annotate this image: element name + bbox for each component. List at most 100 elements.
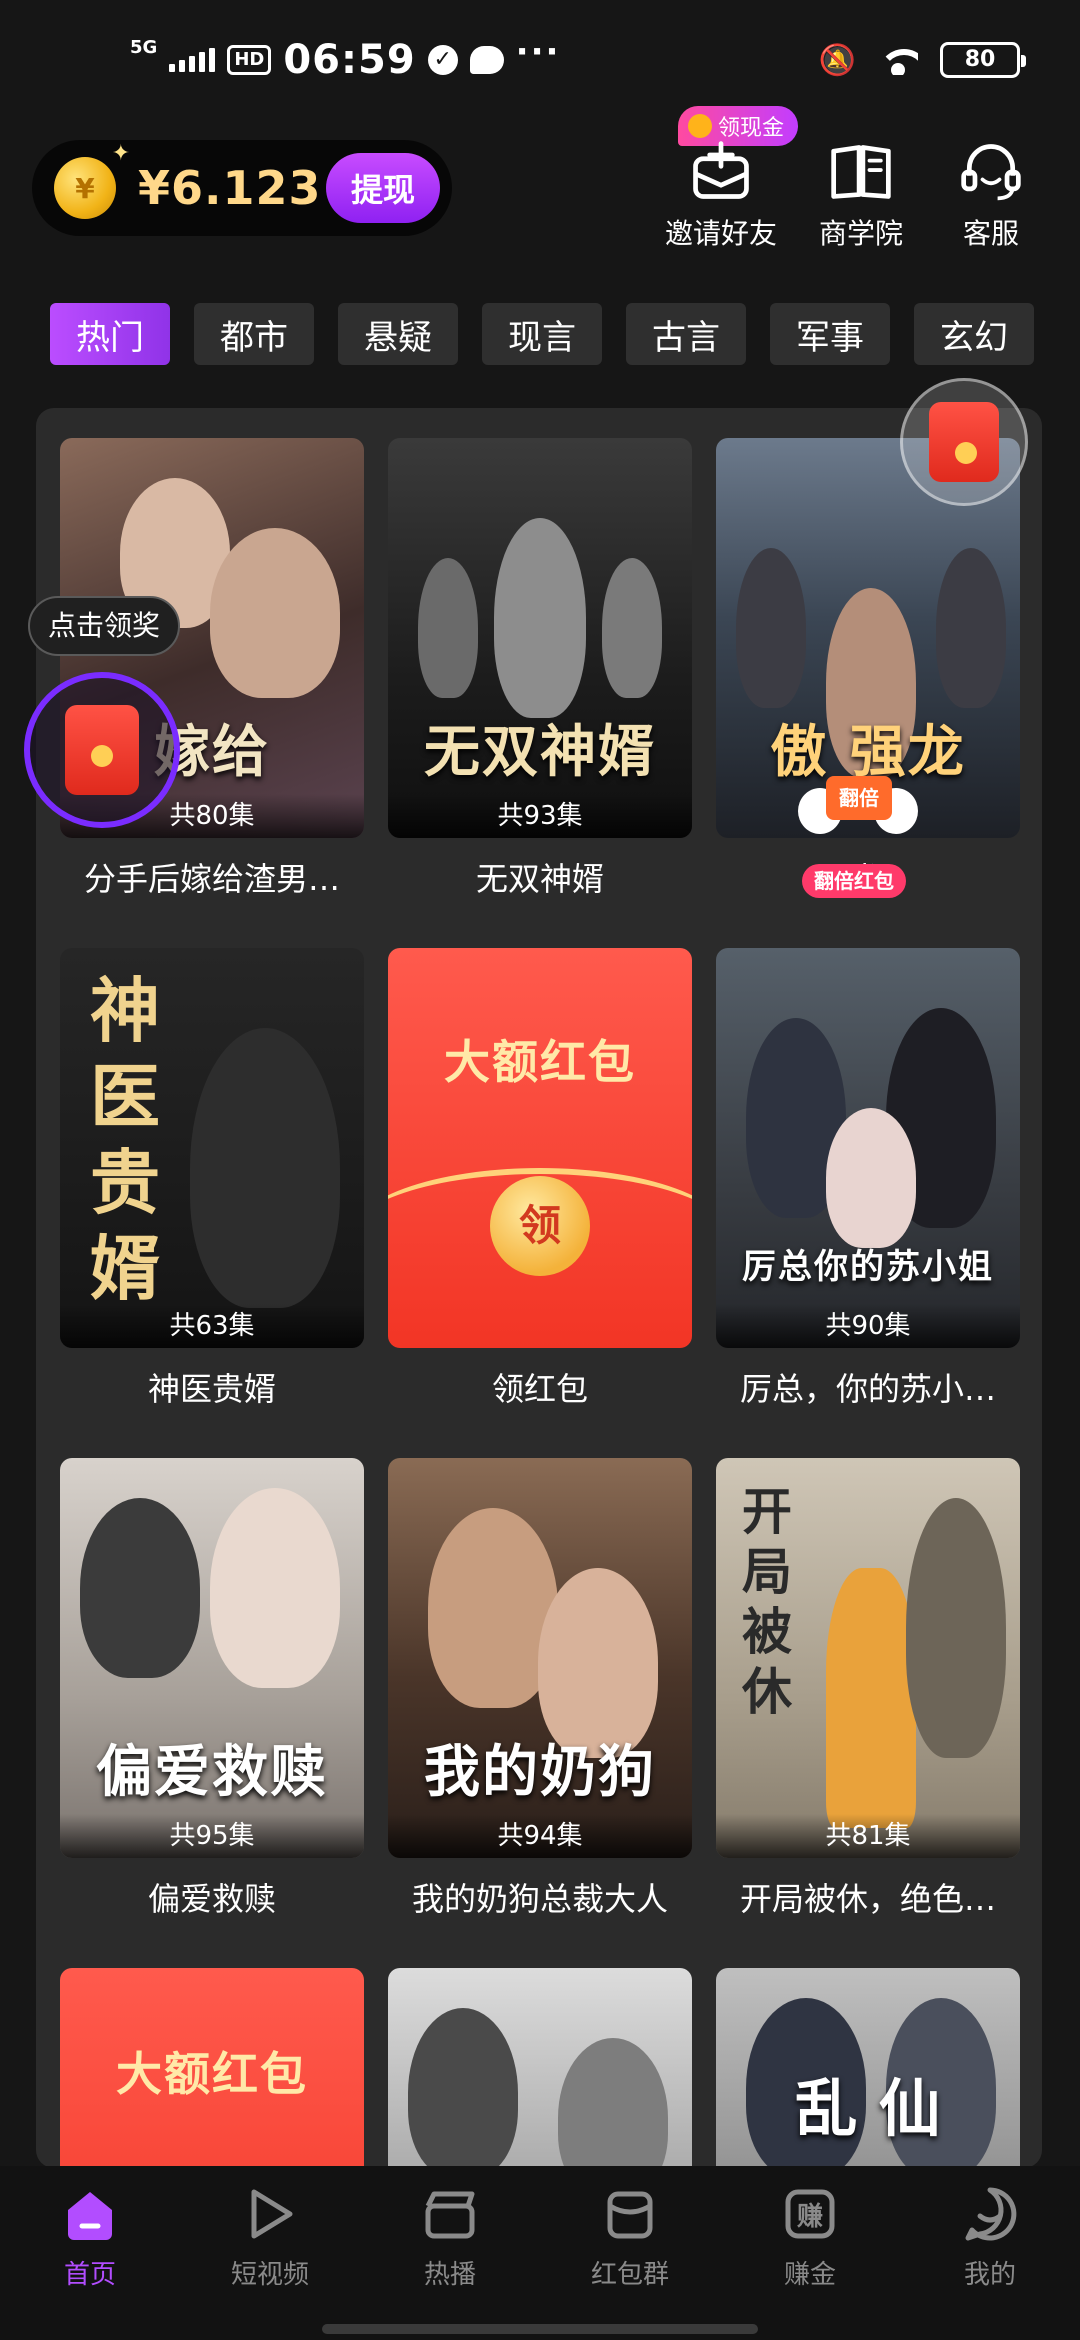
drama-card[interactable]: 嫁给 共80集 分手后嫁给渣男… (60, 438, 364, 900)
double-reward-badge[interactable]: 翻倍 (798, 770, 918, 870)
nav-earn[interactable]: 赚 赚金 (720, 2184, 900, 2310)
red-packet-card[interactable]: 大额红包 领 领红包 (388, 948, 692, 1410)
red-packet-poster[interactable]: 大额红包 领 (388, 948, 692, 1348)
poster-figure (210, 528, 340, 698)
claim-reward-bubble[interactable]: 点击领奖 (28, 596, 181, 656)
tab-fantasy[interactable]: 玄幻 (914, 303, 1034, 365)
drama-poster[interactable]: 开局被休 共81集 (716, 1458, 1020, 1858)
drama-card[interactable] (388, 1968, 692, 2168)
drama-poster[interactable]: 厉总你的苏小姐 共90集 (716, 948, 1020, 1348)
nav-short-video[interactable]: 短视频 (180, 2184, 360, 2310)
battery-icon: 80 (940, 42, 1026, 78)
home-indicator[interactable] (322, 2324, 758, 2334)
drama-title: 偏爱救赎 (147, 1880, 276, 1918)
svg-text:赚: 赚 (797, 2202, 823, 2232)
drama-card[interactable]: 我的奶狗 共94集 我的奶狗总裁大人 (388, 1458, 692, 1920)
red-packet-title: 大额红包 (116, 2047, 308, 2101)
drama-poster[interactable]: 我的奶狗 共94集 (388, 1458, 692, 1858)
poster-figure (408, 2008, 518, 2168)
nav-red-packet-group[interactable]: 红包群 (540, 2184, 720, 2310)
tab-modern-romance[interactable]: 现言 (482, 303, 602, 365)
red-packet-card[interactable]: 大额红包 (60, 1968, 364, 2168)
nav-profile-label: 我的 (963, 2260, 1016, 2290)
more-notifications-icon: ··· (515, 32, 561, 72)
poster-figure (826, 1108, 916, 1248)
customer-service-button[interactable]: 客服 (926, 132, 1056, 252)
chat-bubble-icon (469, 46, 504, 74)
drama-title: 厉总，你的苏小… (739, 1370, 996, 1408)
episode-count: 共81集 (716, 1814, 1020, 1858)
claim-seal-icon[interactable]: 领 (490, 1176, 590, 1276)
earn-icon: 赚 (785, 2189, 835, 2239)
episode-count: 共93集 (388, 794, 692, 838)
double-red-packet-label[interactable]: 翻倍红包 (802, 864, 906, 898)
poster-title: 神医贵婿 (90, 969, 160, 1310)
poster-figure (602, 558, 662, 698)
wifi-icon (878, 45, 918, 75)
red-envelope-icon (929, 402, 999, 482)
envelope-icon (607, 2191, 653, 2239)
tab-military[interactable]: 军事 (770, 303, 890, 365)
bottom-navigation: 首页 短视频 热播 红包群 赚 赚金 我的 (0, 2166, 1080, 2340)
tab-suspense[interactable]: 悬疑 (338, 303, 458, 365)
invite-friends-button[interactable]: 邀请好友 (646, 132, 796, 252)
app-screen: 5G HD 06:59 ✓ ··· 🔕 80 ¥ ¥6.123 提现 领现金 (0, 0, 1080, 2340)
currency-symbol: ¥ (138, 161, 172, 215)
drama-card[interactable]: 无双神婿 共93集 无双神婿 (388, 438, 692, 900)
drama-card[interactable]: 偏爱救赎 共95集 偏爱救赎 (60, 1458, 364, 1920)
episode-count: 共90集 (716, 1304, 1020, 1348)
drama-poster[interactable]: 神医贵婿 共63集 (60, 948, 364, 1348)
poster-figure (190, 1028, 340, 1308)
clock: 06:59 (283, 37, 416, 83)
drama-title: 开局被休，绝色… (739, 1880, 996, 1918)
drama-card[interactable]: 乱 仙 (716, 1968, 1020, 2168)
balance-amount: ¥6.123 (138, 161, 322, 215)
nav-short-video-label: 短视频 (230, 2260, 309, 2290)
tab-hot[interactable]: 热门 (50, 303, 170, 365)
tab-ancient-romance[interactable]: 古言 (626, 303, 746, 365)
floating-red-envelope-button[interactable] (24, 672, 180, 828)
business-school-label: 商学院 (818, 217, 903, 250)
poster-figure (418, 558, 478, 698)
red-packet-poster[interactable]: 大额红包 (60, 1968, 364, 2168)
header-actions: 邀请好友 商学院 客服 (646, 132, 1056, 252)
nav-home[interactable]: 首页 (0, 2184, 180, 2310)
category-tabs: 热门 都市 悬疑 现言 古言 军事 玄幻 (50, 303, 1034, 365)
poster-figure (826, 1568, 916, 1828)
drama-poster[interactable] (388, 1968, 692, 2168)
poster-figure (210, 1488, 340, 1688)
tab-urban[interactable]: 都市 (194, 303, 314, 365)
drama-poster[interactable]: 无双神婿 共93集 (388, 438, 692, 838)
drama-card[interactable]: 开局被休 共81集 开局被休，绝色… (716, 1458, 1020, 1920)
red-envelope-icon (65, 705, 139, 795)
play-icon (251, 2189, 293, 2239)
nav-profile[interactable]: 我的 (900, 2184, 1080, 2310)
drama-card[interactable]: 厉总你的苏小姐 共90集 厉总，你的苏小… (716, 948, 1020, 1410)
episode-count: 共94集 (388, 1814, 692, 1858)
balance-value: 6.123 (171, 161, 322, 215)
drama-title: 领红包 (491, 1370, 588, 1408)
drama-title: 神医贵婿 (147, 1370, 276, 1408)
episode-count: 共63集 (60, 1304, 364, 1348)
poster-figure (936, 548, 1006, 708)
double-tag: 翻倍 (826, 776, 892, 820)
book-icon (831, 145, 891, 199)
invite-friends-label: 邀请好友 (664, 217, 777, 250)
nav-trending-label: 热播 (423, 2260, 476, 2290)
poster-title: 偏爱救赎 (96, 1739, 328, 1805)
nav-trending[interactable]: 热播 (360, 2184, 540, 2310)
floating-gift-button[interactable] (900, 378, 1028, 506)
status-left: 5G HD 06:59 ✓ ··· (130, 30, 560, 90)
invite-gift-icon (693, 141, 749, 199)
withdraw-button[interactable]: 提现 (326, 153, 440, 223)
customer-service-label: 客服 (962, 217, 1019, 250)
hd-badge: HD (227, 45, 272, 75)
drama-title: 我的奶狗总裁大人 (411, 1880, 668, 1918)
red-packet-title: 大额红包 (444, 1035, 636, 1089)
drama-poster[interactable]: 乱 仙 (716, 1968, 1020, 2168)
drama-card[interactable]: 神医贵婿 共63集 神医贵婿 (60, 948, 364, 1410)
drama-poster[interactable]: 偏爱救赎 共95集 (60, 1458, 364, 1858)
wallet-balance-pill[interactable]: ¥ ¥6.123 提现 (32, 140, 452, 236)
business-school-button[interactable]: 商学院 (796, 132, 926, 252)
clapper-icon (425, 2191, 475, 2239)
